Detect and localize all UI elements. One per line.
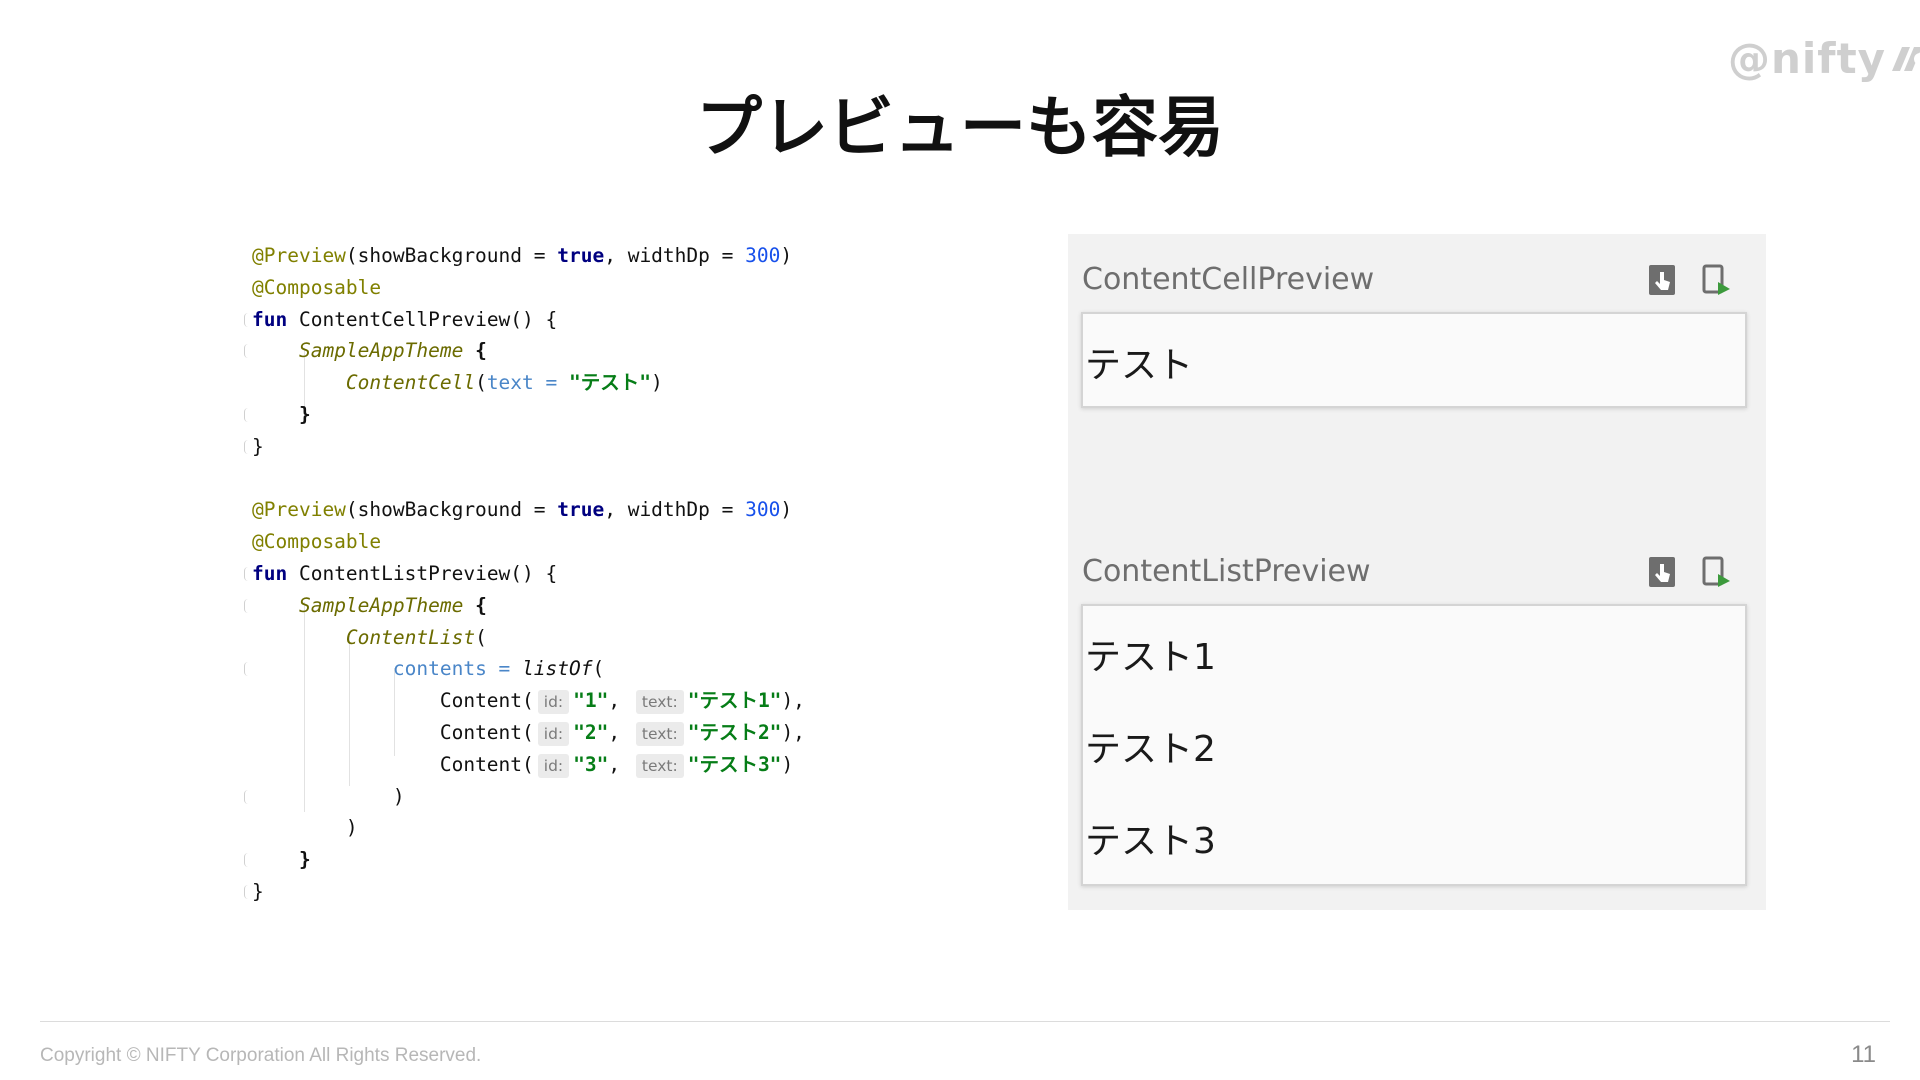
compose-preview-panel: ContentCellPreview テスト ContentListPrevie…: [1068, 234, 1766, 910]
fold-marker-icon[interactable]: [244, 598, 249, 613]
param-hint: text:: [635, 753, 684, 778]
interactive-mode-icon[interactable]: [1648, 556, 1678, 588]
list-item: テスト2: [1085, 729, 1216, 770]
code-line: Content(id: "1", text: "テスト1"),: [439, 689, 805, 715]
code-line: }: [244, 399, 805, 431]
fold-marker-icon[interactable]: [244, 312, 249, 327]
code-line: ): [244, 781, 805, 813]
code-line: @Composable: [252, 526, 805, 558]
fold-marker-icon[interactable]: [244, 884, 249, 899]
annotation: @Composable: [252, 530, 382, 554]
deploy-to-device-icon[interactable]: [1702, 264, 1732, 296]
fold-marker-icon[interactable]: [244, 662, 249, 677]
code-line: @Composable: [252, 272, 805, 304]
footer-divider: [40, 1021, 1890, 1022]
fold-marker-icon[interactable]: [244, 407, 249, 422]
preview-title-list: ContentListPreview: [1082, 554, 1371, 589]
param-hint: text:: [635, 721, 684, 746]
fold-marker-icon[interactable]: [244, 566, 249, 581]
param-hint: text:: [635, 690, 684, 715]
fold-marker-icon[interactable]: [244, 439, 249, 454]
fold-marker-icon[interactable]: [244, 344, 249, 359]
preview-card-list: テスト1 テスト2 テスト3: [1081, 604, 1747, 886]
code-line: @Preview(showBackground = true, widthDp …: [252, 498, 793, 522]
param-hint: id:: [537, 690, 570, 715]
fold-marker-icon[interactable]: [244, 789, 249, 804]
page-number: 11: [1851, 1041, 1876, 1068]
slide-title: プレビューも容易: [696, 89, 1224, 166]
list-item: テスト1: [1085, 637, 1216, 678]
list-item: テスト3: [1085, 821, 1216, 862]
code-line: Content(id: "3", text: "テスト3"): [439, 752, 794, 778]
deploy-to-device-icon[interactable]: [1702, 556, 1732, 588]
fold-marker-icon[interactable]: [244, 853, 249, 868]
code-line: ContentList(: [345, 625, 487, 649]
nifty-mark-icon: [1892, 46, 1920, 71]
preview-card-cell: テスト: [1081, 312, 1747, 408]
param-hint: id:: [537, 721, 570, 746]
code-line: contents = listOf(: [244, 653, 805, 685]
code-line: }: [244, 431, 805, 463]
preview-title-cell: ContentCellPreview: [1082, 262, 1375, 297]
code-line: ContentCell(text = "テスト"): [345, 371, 663, 395]
annotation: @Preview: [252, 244, 346, 267]
code-block: @Preview(showBackground = true, widthDp …: [244, 240, 805, 908]
code-line: @Preview(showBackground = true, widthDp …: [252, 244, 793, 267]
code-line: fun ContentCellPreview() {: [244, 304, 805, 336]
annotation: @Composable: [252, 275, 382, 299]
preview-cell-text: テスト: [1085, 345, 1194, 386]
code-line: fun ContentListPreview() {: [244, 558, 805, 590]
copyright-text: Copyright © NIFTY Corporation All Rights…: [40, 1045, 482, 1066]
code-line: Content(id: "2", text: "テスト2"),: [439, 720, 805, 746]
interactive-mode-icon[interactable]: [1648, 264, 1678, 296]
code-line: SampleAppTheme {: [244, 590, 805, 622]
code-line: ): [345, 816, 358, 840]
code-line: }: [244, 844, 805, 876]
param-hint: id:: [537, 753, 570, 778]
annotation: @Preview: [252, 498, 346, 522]
code-line: SampleAppTheme {: [244, 335, 805, 367]
code-line: }: [244, 876, 805, 908]
